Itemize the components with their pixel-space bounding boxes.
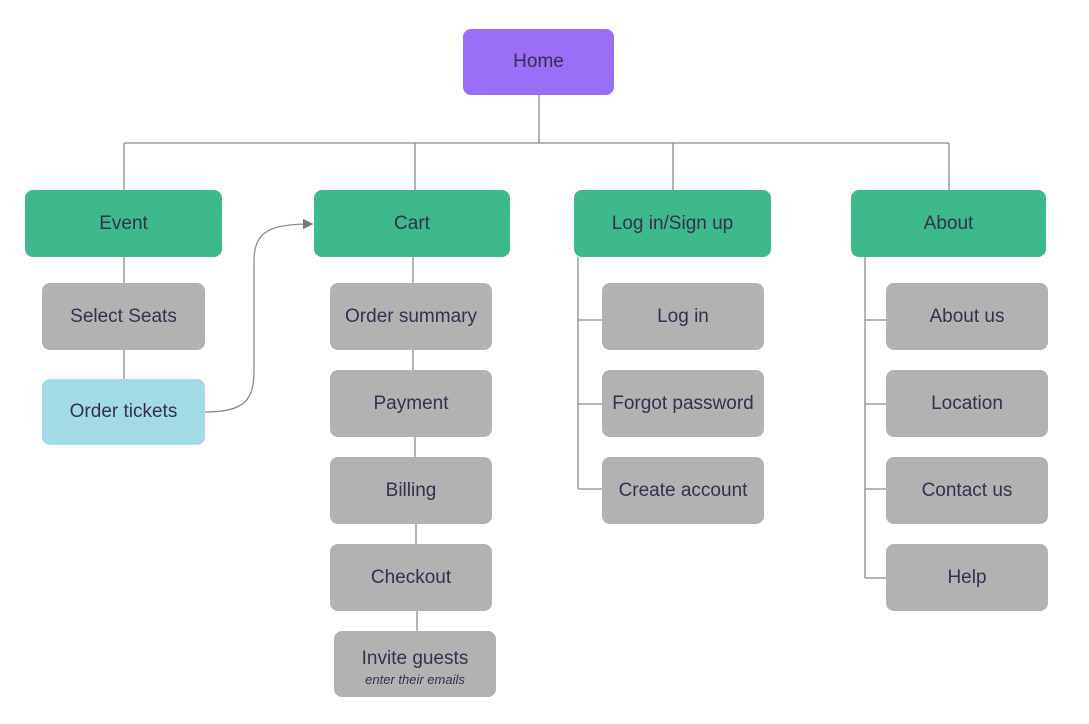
node-label: Billing <box>385 479 437 501</box>
node-login-signup[interactable]: Log in/Sign up <box>574 190 771 257</box>
node-cart[interactable]: Cart <box>314 190 510 257</box>
node-home[interactable]: Home <box>463 29 614 95</box>
about-connector <box>864 257 886 579</box>
node-label: Order tickets <box>69 401 178 422</box>
sitemap-diagram: Home Event Cart Log in/Sign up About Sel… <box>0 0 1089 724</box>
node-help[interactable]: Help <box>886 544 1048 611</box>
node-select-seats[interactable]: Select Seats <box>42 283 205 350</box>
node-about-us[interactable]: About us <box>886 283 1048 350</box>
node-label: Checkout <box>370 566 452 588</box>
node-label: Event <box>99 212 148 234</box>
node-label: Select Seats <box>70 305 177 327</box>
node-invite-guests[interactable]: Invite guests enter their emails <box>334 631 496 697</box>
node-order-tickets[interactable]: Order tickets <box>42 379 205 445</box>
node-label: Order summary <box>345 305 477 327</box>
node-order-summary[interactable]: Order summary <box>330 283 492 350</box>
node-about[interactable]: About <box>851 190 1046 257</box>
node-label: Location <box>931 392 1003 414</box>
node-checkout[interactable]: Checkout <box>330 544 492 611</box>
node-create-account[interactable]: Create account <box>602 457 764 524</box>
node-label: About us <box>929 305 1005 327</box>
node-label: Help <box>947 566 987 588</box>
connectors <box>123 95 950 631</box>
root-connector <box>123 95 950 190</box>
node-billing[interactable]: Billing <box>330 457 492 524</box>
node-label: Forgot password <box>612 392 754 414</box>
node-label: Payment <box>373 392 449 414</box>
node-log-in[interactable]: Log in <box>602 283 764 350</box>
node-note: enter their emails <box>365 671 465 687</box>
node-label: About <box>923 212 974 234</box>
node-forgot-password[interactable]: Forgot password <box>602 370 764 437</box>
node-payment[interactable]: Payment <box>330 370 492 437</box>
node-label: Cart <box>394 212 430 234</box>
node-label: Log in/Sign up <box>611 212 734 234</box>
node-location[interactable]: Location <box>886 370 1048 437</box>
node-event[interactable]: Event <box>25 190 222 257</box>
node-label: Contact us <box>921 479 1013 501</box>
node-label: Home <box>513 51 564 72</box>
node-contact-us[interactable]: Contact us <box>886 457 1048 524</box>
login-connector <box>577 257 602 490</box>
node-label: Log in <box>657 305 709 327</box>
node-label: Invite guests <box>361 647 469 669</box>
node-label: Create account <box>618 479 748 501</box>
